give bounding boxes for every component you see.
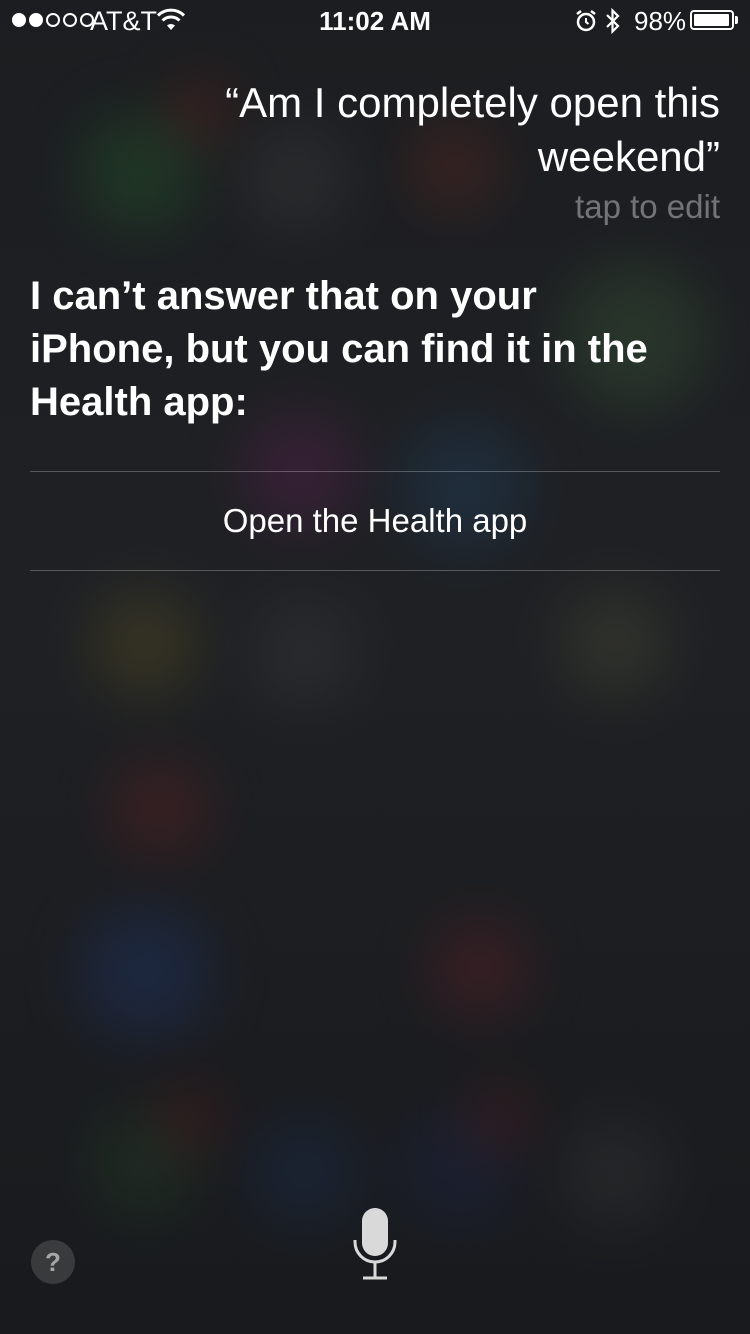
alarm-icon — [574, 9, 598, 40]
battery-cap — [735, 16, 738, 24]
microphone-icon — [353, 1208, 397, 1280]
question-icon: ? — [45, 1246, 61, 1277]
tap-to-edit-hint[interactable]: tap to edit — [575, 188, 720, 226]
battery-percentage: 98% — [634, 6, 687, 36]
help-button[interactable]: ? — [31, 1240, 75, 1284]
siri-response-text: I can’t answer that on your iPhone, but … — [30, 274, 648, 424]
open-health-app-button[interactable]: Open the Health app — [30, 472, 720, 570]
open-health-app-label: Open the Health app — [222, 502, 528, 539]
microphone-button[interactable] — [350, 1206, 400, 1282]
siri-query-text[interactable]: “Am I completely open this weekend” — [80, 76, 720, 184]
divider-bottom — [30, 570, 720, 571]
status-bar: AT&T 11:02 AM 98% — [0, 0, 750, 40]
battery-icon — [690, 10, 734, 30]
bluetooth-icon — [604, 7, 622, 42]
